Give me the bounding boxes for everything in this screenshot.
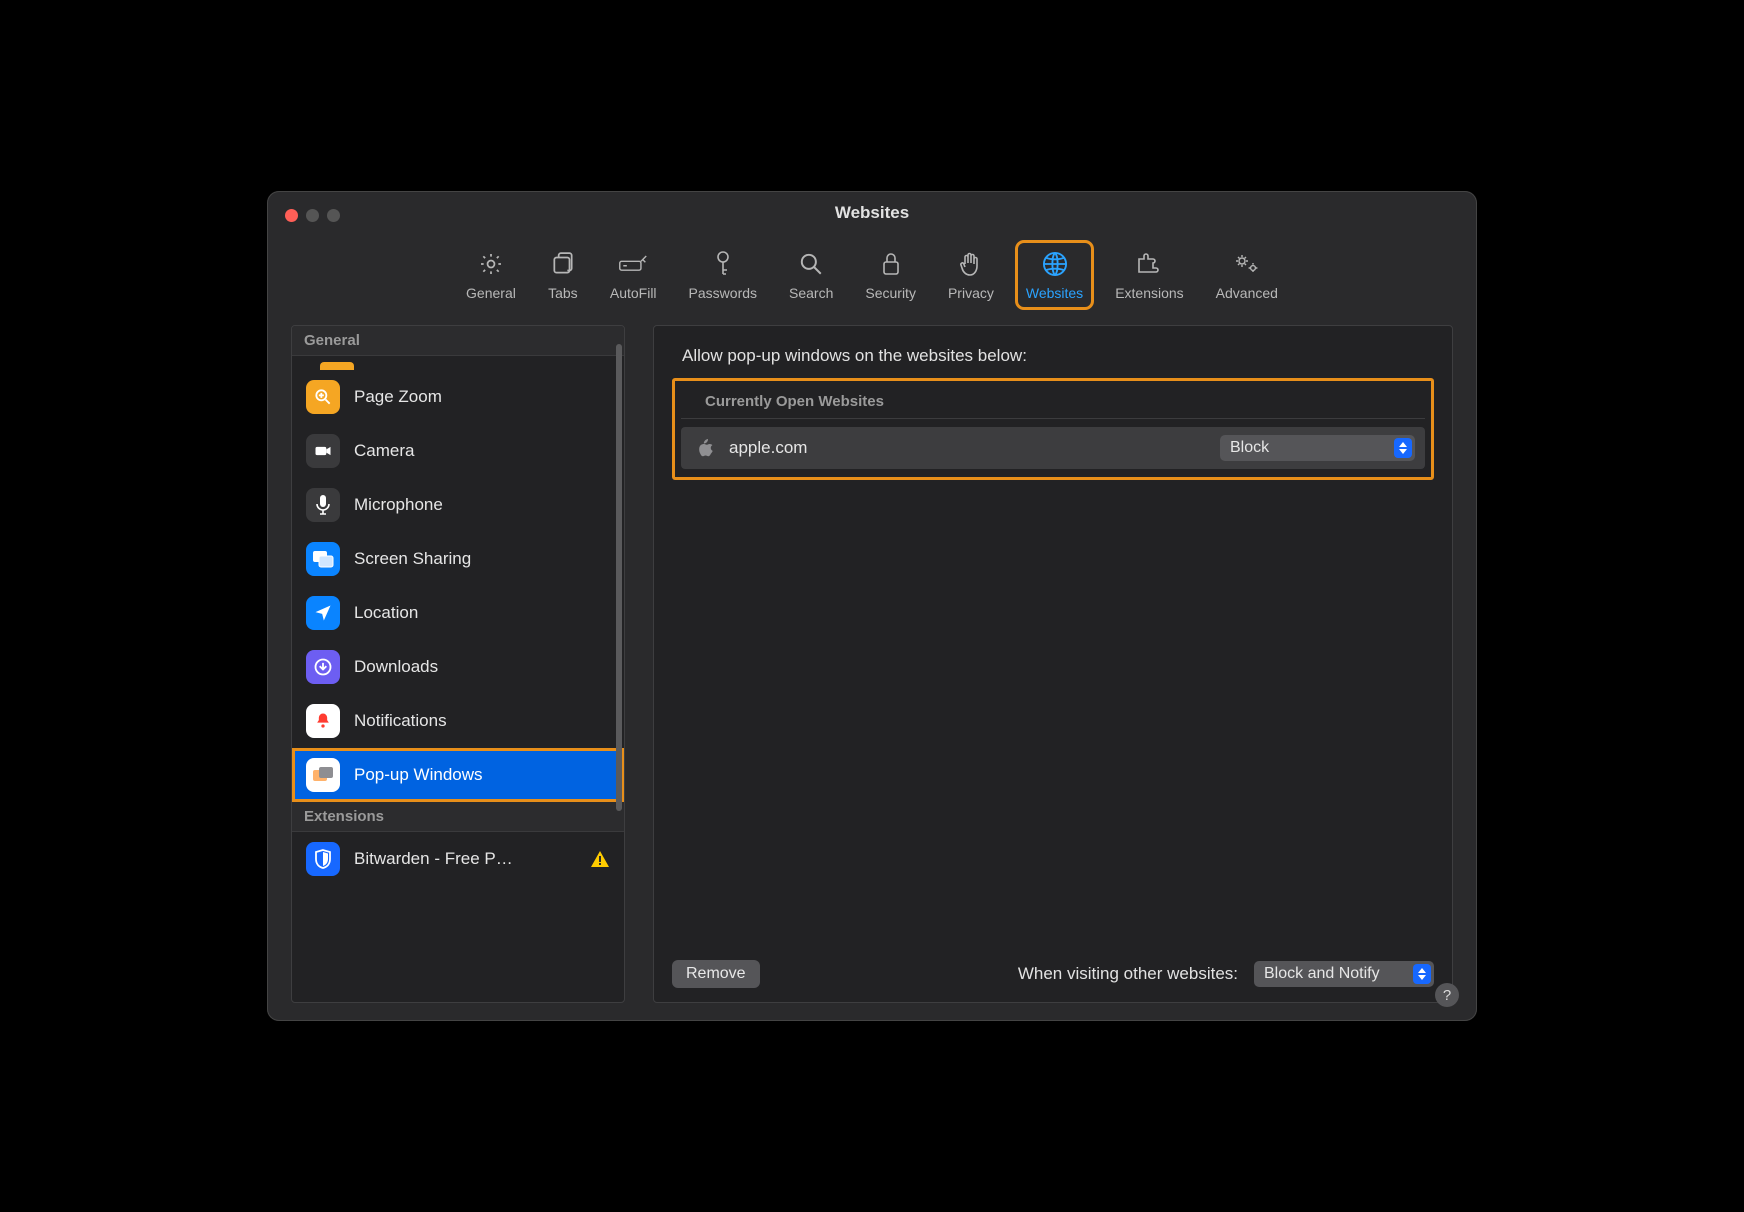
website-setting-value: Block bbox=[1220, 435, 1415, 461]
shield-icon bbox=[306, 842, 340, 876]
remove-button[interactable]: Remove bbox=[672, 960, 760, 988]
sidebar-section-extensions: Extensions bbox=[292, 802, 624, 832]
sidebar-scrollbar[interactable] bbox=[616, 344, 622, 992]
other-websites-label: When visiting other websites: bbox=[1018, 964, 1238, 984]
tab-autofill[interactable]: AutoFill bbox=[604, 245, 663, 305]
sidebar-section-general: General bbox=[292, 326, 624, 356]
tab-extensions[interactable]: Extensions bbox=[1109, 245, 1189, 305]
globe-icon bbox=[1040, 249, 1070, 279]
websites-list-header: Currently Open Websites bbox=[681, 385, 1425, 419]
gears-icon bbox=[1232, 249, 1262, 279]
help-button[interactable]: ? bbox=[1435, 983, 1459, 1007]
sidebar-item-label: Screen Sharing bbox=[354, 549, 471, 569]
chevron-updown-icon bbox=[1413, 964, 1431, 984]
main-panel: Allow pop-up windows on the websites bel… bbox=[653, 325, 1453, 1003]
titlebar: Websites bbox=[267, 191, 1477, 239]
website-setting-select[interactable]: Block bbox=[1220, 435, 1415, 461]
sidebar-item-page-zoom[interactable]: Page Zoom bbox=[292, 370, 624, 424]
tab-tabs[interactable]: Tabs bbox=[542, 245, 584, 305]
puzzle-icon bbox=[1134, 249, 1164, 279]
download-icon bbox=[306, 650, 340, 684]
chevron-updown-icon bbox=[1394, 438, 1412, 458]
sidebar-item-downloads[interactable]: Downloads bbox=[292, 640, 624, 694]
bell-icon bbox=[306, 704, 340, 738]
location-icon bbox=[306, 596, 340, 630]
tab-label: Extensions bbox=[1115, 285, 1183, 301]
popup-icon bbox=[306, 758, 340, 792]
sidebar-item-popup-windows[interactable]: Pop-up Windows bbox=[292, 748, 624, 802]
main-heading: Allow pop-up windows on the websites bel… bbox=[682, 346, 1434, 366]
tabs-icon bbox=[548, 249, 578, 279]
sidebar-item-label: Notifications bbox=[354, 711, 447, 731]
tab-advanced[interactable]: Advanced bbox=[1210, 245, 1284, 305]
tab-security[interactable]: Security bbox=[859, 245, 922, 305]
sidebar-item-partial[interactable] bbox=[320, 362, 354, 370]
tab-label: General bbox=[466, 285, 516, 301]
tab-passwords[interactable]: Passwords bbox=[683, 245, 763, 305]
sidebar-item-label: Page Zoom bbox=[354, 387, 442, 407]
websites-list: Currently Open Websites apple.com Block bbox=[672, 378, 1434, 480]
bottom-bar: Remove When visiting other websites: Blo… bbox=[672, 946, 1434, 988]
sidebar-item-label: Downloads bbox=[354, 657, 438, 677]
tab-websites[interactable]: Websites bbox=[1020, 245, 1089, 305]
tab-search[interactable]: Search bbox=[783, 245, 839, 305]
other-websites-select[interactable]: Block and Notify bbox=[1254, 961, 1434, 987]
sidebar-item-label: Microphone bbox=[354, 495, 443, 515]
tab-label: Security bbox=[865, 285, 916, 301]
sidebar-item-location[interactable]: Location bbox=[292, 586, 624, 640]
sidebar: General Page Zoom Camera bbox=[291, 325, 625, 1003]
camera-icon bbox=[306, 434, 340, 468]
website-domain: apple.com bbox=[729, 438, 1220, 458]
tab-label: Tabs bbox=[548, 285, 578, 301]
apple-favicon-icon bbox=[697, 439, 715, 457]
window-title: Websites bbox=[267, 203, 1477, 223]
sidebar-item-label: Camera bbox=[354, 441, 414, 461]
hand-icon bbox=[956, 249, 986, 279]
tab-label: AutoFill bbox=[610, 285, 657, 301]
preferences-toolbar: General Tabs AutoFill Passwords bbox=[267, 239, 1477, 325]
lock-icon bbox=[876, 249, 906, 279]
tab-general[interactable]: General bbox=[460, 245, 522, 305]
autofill-icon bbox=[618, 249, 648, 279]
sidebar-item-label: Location bbox=[354, 603, 418, 623]
sidebar-item-camera[interactable]: Camera bbox=[292, 424, 624, 478]
tab-label: Privacy bbox=[948, 285, 994, 301]
sidebar-item-notifications[interactable]: Notifications bbox=[292, 694, 624, 748]
gear-icon bbox=[476, 249, 506, 279]
mic-icon bbox=[306, 488, 340, 522]
tab-privacy[interactable]: Privacy bbox=[942, 245, 1000, 305]
tab-label: Search bbox=[789, 285, 833, 301]
sidebar-item-microphone[interactable]: Microphone bbox=[292, 478, 624, 532]
sidebar-item-screen-sharing[interactable]: Screen Sharing bbox=[292, 532, 624, 586]
preferences-window: Websites General Tabs AutoFill bbox=[267, 191, 1477, 1021]
tab-label: Websites bbox=[1026, 285, 1083, 301]
tab-label: Advanced bbox=[1216, 285, 1278, 301]
warning-icon bbox=[590, 850, 610, 868]
zoom-icon bbox=[306, 380, 340, 414]
screen-icon bbox=[306, 542, 340, 576]
sidebar-item-label: Pop-up Windows bbox=[354, 765, 483, 785]
tab-label: Passwords bbox=[689, 285, 757, 301]
sidebar-item-label: Bitwarden - Free P… bbox=[354, 849, 513, 869]
search-icon bbox=[796, 249, 826, 279]
other-websites-value: Block and Notify bbox=[1254, 961, 1434, 987]
website-row[interactable]: apple.com Block bbox=[681, 427, 1425, 469]
sidebar-item-bitwarden[interactable]: Bitwarden - Free P… bbox=[292, 832, 624, 886]
key-icon bbox=[708, 249, 738, 279]
